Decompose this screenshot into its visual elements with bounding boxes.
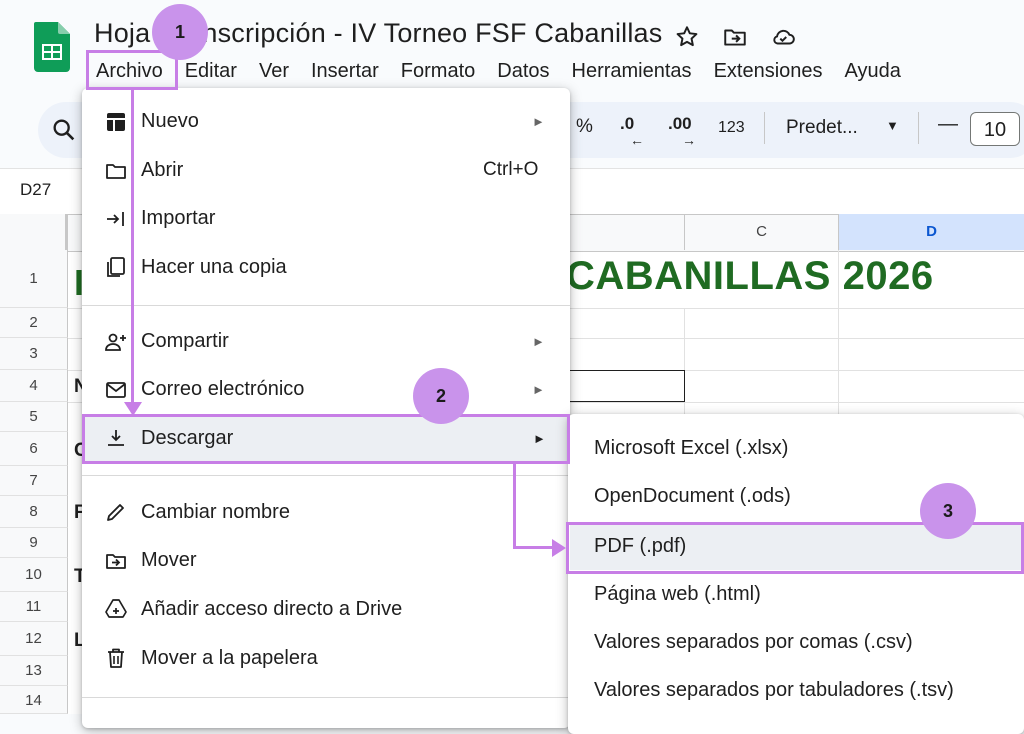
drive-shortcut-icon <box>105 599 127 618</box>
row-header-14[interactable]: 14 <box>0 686 68 714</box>
name-box[interactable]: D27 <box>20 180 51 200</box>
grid-new-icon <box>107 113 125 131</box>
bordered-cell[interactable] <box>560 370 685 402</box>
font-selector[interactable]: Predet... <box>786 117 858 139</box>
column-header-d[interactable]: D <box>838 214 1024 250</box>
toolbar-divider <box>918 112 919 144</box>
menu-datos[interactable]: Datos <box>487 56 561 90</box>
menu-item-cambiar-nombre[interactable]: Cambiar nombre <box>141 501 290 524</box>
row-header-8[interactable]: 8 <box>0 496 68 528</box>
select-all-corner[interactable] <box>0 214 68 250</box>
menu-item-correo-electronico[interactable]: Correo electrónico <box>141 378 304 401</box>
font-size-input[interactable]: 10 <box>970 112 1020 146</box>
download-option-html[interactable]: Página web (.html) <box>594 583 761 606</box>
menu-item-importar[interactable]: Importar <box>141 207 215 230</box>
menu-separator <box>82 305 570 306</box>
menu-item-nuevo[interactable]: Nuevo <box>141 110 199 133</box>
decrease-font-size-button[interactable]: — <box>938 113 958 136</box>
menu-item-mover-a-la-papelera[interactable]: Mover a la papelera <box>141 647 318 670</box>
menu-ayuda[interactable]: Ayuda <box>835 56 913 90</box>
row-header-4[interactable]: 4 <box>0 370 68 402</box>
sheet-banner-title: CABANILLAS 2026 <box>566 254 934 298</box>
menu-separator <box>82 475 570 476</box>
arrow-left-icon: ← <box>630 132 644 148</box>
menu-formato[interactable]: Formato <box>391 56 487 90</box>
move-to-folder-icon[interactable] <box>722 24 748 50</box>
dropdown-caret-icon[interactable]: ▼ <box>886 118 899 133</box>
menu-item-mover[interactable]: Mover <box>141 549 197 572</box>
connector-line-2 <box>513 464 516 548</box>
google-sheets-logo-icon[interactable] <box>34 22 70 72</box>
file-menu <box>82 88 570 728</box>
mail-icon <box>106 382 126 398</box>
highlight-descargar <box>82 414 570 464</box>
row-header-12[interactable]: 12 <box>0 622 68 656</box>
toolbar-divider <box>764 112 765 144</box>
menu-item-abrir[interactable]: Abrir <box>141 159 183 182</box>
highlight-archivo <box>86 50 178 90</box>
menu-item-hacer-una-copia[interactable]: Hacer una copia <box>141 256 287 279</box>
download-option-csv[interactable]: Valores separados por comas (.csv) <box>594 631 913 654</box>
connector-arrowhead-icon <box>124 402 142 416</box>
folder-icon <box>106 164 126 179</box>
row-header-1[interactable]: 1 <box>0 250 68 308</box>
menu-item-compartir[interactable]: Compartir <box>141 330 229 353</box>
increase-decimals-button[interactable]: .00 <box>668 114 692 134</box>
menu-editar[interactable]: Editar <box>175 56 249 90</box>
step-badge-2: 2 <box>413 368 469 424</box>
menu-separator <box>82 697 570 698</box>
percent-format-button[interactable]: % <box>576 116 593 138</box>
row-header-10[interactable]: 10 <box>0 558 68 592</box>
pencil-icon <box>107 504 124 521</box>
menu-extensiones[interactable]: Extensiones <box>704 56 835 90</box>
row-header-9[interactable]: 9 <box>0 528 68 558</box>
trash-icon <box>108 648 124 668</box>
submenu-arrow-icon: ► <box>532 382 545 397</box>
download-option-xlsx[interactable]: Microsoft Excel (.xlsx) <box>594 437 788 460</box>
connector-arrowhead-icon <box>552 539 566 557</box>
grid-line <box>684 308 685 428</box>
person-add-icon <box>105 333 126 351</box>
search-icon[interactable] <box>50 116 78 144</box>
menu-insertar[interactable]: Insertar <box>301 56 391 90</box>
menu-bar: Archivo Editar Ver Insertar Formato Dato… <box>86 56 913 90</box>
decrease-decimals-button[interactable]: .0 <box>620 114 634 134</box>
row-header-5[interactable]: 5 <box>0 402 68 432</box>
menu-ver[interactable]: Ver <box>249 56 301 90</box>
menu-herramientas[interactable]: Herramientas <box>562 56 704 90</box>
download-option-ods[interactable]: OpenDocument (.ods) <box>594 485 791 508</box>
step-badge-1: 1 <box>152 4 208 60</box>
cloud-saved-icon[interactable] <box>770 24 796 50</box>
move-folder-icon <box>106 554 126 569</box>
download-option-tsv[interactable]: Valores separados por tabuladores (.tsv) <box>594 679 954 702</box>
arrow-right-icon: → <box>682 132 696 148</box>
connector-line-1 <box>131 90 134 408</box>
shortcut-ctrl-o: Ctrl+O <box>483 159 539 180</box>
row-header-11[interactable]: 11 <box>0 592 68 622</box>
row-header-13[interactable]: 13 <box>0 656 68 686</box>
step-badge-3: 3 <box>920 483 976 539</box>
import-icon <box>107 212 124 226</box>
row-header-2[interactable]: 2 <box>0 308 68 338</box>
submenu-arrow-icon: ► <box>532 114 545 129</box>
star-icon[interactable] <box>674 24 700 50</box>
number-format-button[interactable]: 123 <box>718 119 745 137</box>
submenu-arrow-icon: ► <box>532 334 545 349</box>
copy-icon <box>107 257 125 277</box>
menu-item-anadir-acceso-directo[interactable]: Añadir acceso directo a Drive <box>141 598 402 621</box>
connector-line-2b <box>513 546 555 549</box>
row-header-3[interactable]: 3 <box>0 338 68 370</box>
row-header-7[interactable]: 7 <box>0 466 68 496</box>
column-header-c[interactable]: C <box>684 214 838 250</box>
row-header-6[interactable]: 6 <box>0 432 68 466</box>
